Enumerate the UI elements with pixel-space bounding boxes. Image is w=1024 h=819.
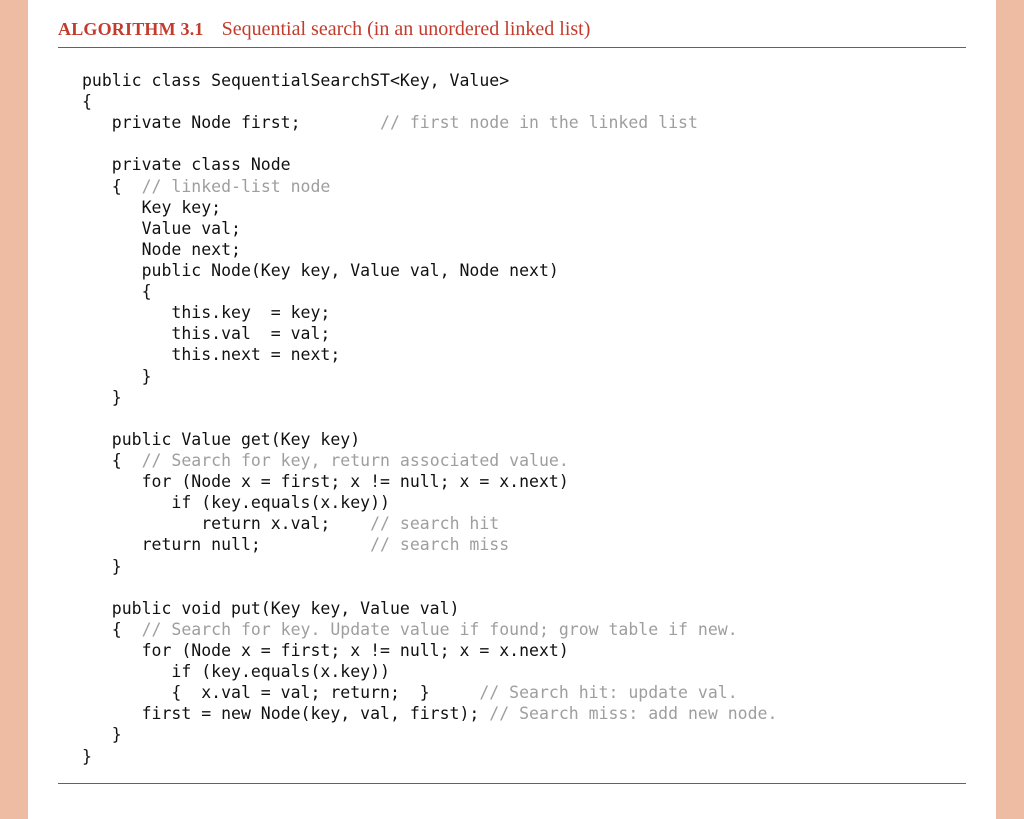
code-line: Key key; <box>82 198 221 217</box>
code-line: return x.val; <box>82 514 370 533</box>
code-line: this.val = val; <box>82 324 330 343</box>
code-line: Node next; <box>82 240 241 259</box>
code-line: { <box>82 92 92 111</box>
code-line: first = new Node(key, val, first); <box>82 704 489 723</box>
code-comment: // search miss <box>370 535 509 554</box>
code-line: private Node first; <box>82 113 380 132</box>
code-line: for (Node x = first; x != null; x = x.ne… <box>82 641 569 660</box>
code-line: Value val; <box>82 219 241 238</box>
algorithm-title: Sequential search (in an unordered linke… <box>222 18 591 40</box>
code-line: } <box>82 557 122 576</box>
code-line: public Node(Key key, Value val, Node nex… <box>82 261 559 280</box>
code-line: } <box>82 367 152 386</box>
code-line: } <box>82 747 92 766</box>
code-line: public class SequentialSearchST<Key, Val… <box>82 71 509 90</box>
algorithm-label: ALGORITHM 3.1 <box>58 19 204 39</box>
page-frame: ALGORITHM 3.1 Sequential search (in an u… <box>0 0 1024 819</box>
code-comment: // Search for key, return associated val… <box>142 451 569 470</box>
code-comment: // first node in the linked list <box>380 113 698 132</box>
code-line: } <box>82 725 122 744</box>
code-line: { <box>82 282 152 301</box>
code-line: if (key.equals(x.key)) <box>82 662 390 681</box>
code-listing: public class SequentialSearchST<Key, Val… <box>58 62 966 784</box>
code-line: if (key.equals(x.key)) <box>82 493 390 512</box>
code-line: private class Node <box>82 155 291 174</box>
code-comment: // linked-list node <box>142 177 331 196</box>
code-line: this.next = next; <box>82 345 340 364</box>
code-comment: // Search miss: add new node. <box>489 704 777 723</box>
content-card: ALGORITHM 3.1 Sequential search (in an u… <box>28 0 996 819</box>
code-line: return null; <box>82 535 370 554</box>
code-line: this.key = key; <box>82 303 330 322</box>
code-line: } <box>82 388 122 407</box>
code-comment: // search hit <box>370 514 499 533</box>
code-block: public class SequentialSearchST<Key, Val… <box>82 70 966 767</box>
code-line: for (Node x = first; x != null; x = x.ne… <box>82 472 569 491</box>
code-line: public Value get(Key key) <box>82 430 360 449</box>
code-comment: // Search hit: update val. <box>479 683 737 702</box>
code-line: { <box>82 620 142 639</box>
code-line: { <box>82 177 142 196</box>
algorithm-header: ALGORITHM 3.1 Sequential search (in an u… <box>58 18 966 48</box>
code-line: public void put(Key key, Value val) <box>82 599 460 618</box>
code-line: { x.val = val; return; } <box>82 683 479 702</box>
code-comment: // Search for key. Update value if found… <box>142 620 738 639</box>
code-line: { <box>82 451 142 470</box>
